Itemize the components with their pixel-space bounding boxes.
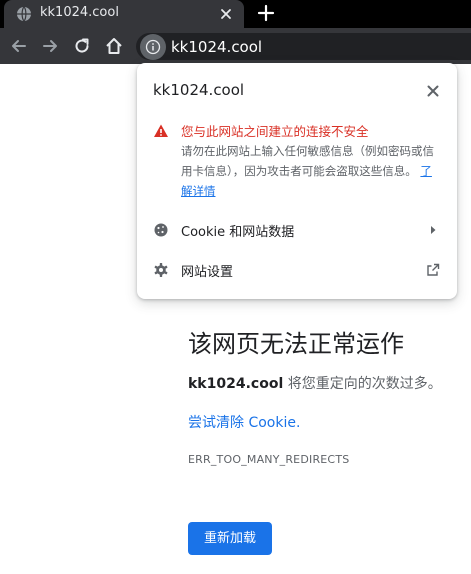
- home-icon[interactable]: [104, 36, 124, 56]
- error-description: kk1024.cool 将您重定向的次数过多。: [188, 373, 442, 393]
- site-info-button[interactable]: [140, 34, 166, 60]
- warning-title: 您与此网站之间建立的连接不安全: [181, 124, 369, 139]
- site-settings-label: 网站设置: [181, 265, 234, 280]
- gear-icon: [154, 263, 168, 277]
- tab-title: kk1024.cool: [40, 5, 119, 20]
- site-info-popup: kk1024.cool 您与此网站之间建立的连接不安全 请勿在此网站上输入任何敏…: [137, 63, 457, 299]
- back-icon[interactable]: [9, 36, 29, 56]
- popup-host: kk1024.cool: [153, 81, 245, 99]
- error-host: kk1024.cool: [188, 376, 284, 392]
- close-tab-icon[interactable]: [218, 6, 234, 22]
- external-link-icon: [427, 263, 440, 276]
- clear-cookies-link[interactable]: 尝试清除 Cookie.: [188, 412, 300, 432]
- close-icon[interactable]: [425, 83, 441, 99]
- forward-icon[interactable]: [40, 36, 60, 56]
- globe-icon: [17, 6, 31, 22]
- error-title: 该网页无法正常运作: [188, 330, 404, 358]
- warning-body: 请勿在此网站上输入任何敏感信息（例如密码或信用卡信息），因为攻击者可能会盗取这些…: [181, 141, 443, 201]
- cookie-row[interactable]: Cookie 和网站数据: [137, 210, 457, 250]
- chevron-right-icon: [431, 226, 436, 234]
- cookie-icon: [154, 223, 168, 237]
- error-code: ERR_TOO_MANY_REDIRECTS: [188, 453, 350, 466]
- reload-button[interactable]: 重新加载: [188, 522, 272, 555]
- reload-icon[interactable]: [72, 36, 92, 56]
- cookie-row-label: Cookie 和网站数据: [181, 225, 295, 240]
- warning-text: 请勿在此网站上输入任何敏感信息（例如密码或信用卡信息），因为攻击者可能会盗取这些…: [181, 144, 434, 178]
- tab-active[interactable]: kk1024.cool: [4, 0, 244, 28]
- error-desc-suffix: 将您重定向的次数过多。: [283, 376, 442, 392]
- info-icon: [145, 39, 161, 55]
- site-settings-row[interactable]: 网站设置: [137, 250, 457, 290]
- omnibox-url[interactable]: kk1024.cool: [171, 38, 262, 56]
- tab-strip: kk1024.cool: [0, 0, 471, 28]
- new-tab-icon[interactable]: [256, 3, 276, 23]
- warning-icon: [154, 124, 168, 137]
